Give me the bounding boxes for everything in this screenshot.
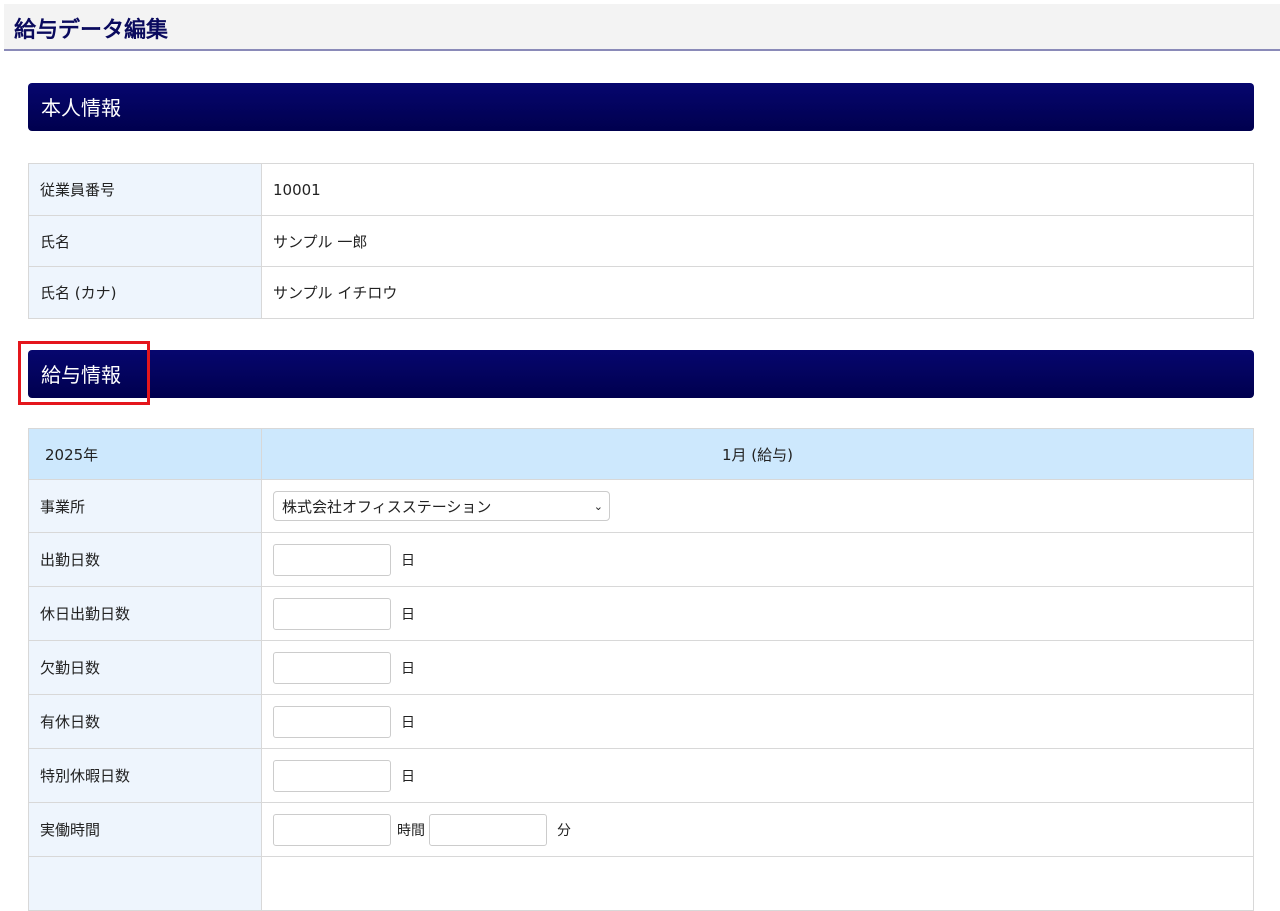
work-hours-input[interactable] bbox=[273, 813, 391, 846]
row-label: 事業所 bbox=[28, 479, 262, 533]
unit-label: 日 bbox=[401, 606, 415, 623]
table-row: 氏名 サンプル 一郎 bbox=[28, 215, 1254, 267]
salary-table: 2025年 1月 (給与) 事業所 株式会社オフィスステーション ⌄ 出勤日数日 休日… bbox=[28, 428, 1254, 911]
unit-label: 日 bbox=[401, 714, 415, 731]
holiday-work-days-input[interactable] bbox=[273, 597, 391, 630]
table-row bbox=[28, 856, 1254, 911]
row-label: 実働時間 bbox=[28, 802, 262, 857]
table-header-row: 2025年 1月 (給与) bbox=[28, 428, 1254, 480]
table-row: 従業員番号 10001 bbox=[28, 163, 1254, 216]
absence-days-input[interactable] bbox=[273, 651, 391, 684]
unit-label: 分 bbox=[557, 822, 571, 839]
section-personal-info: 本人情報 bbox=[28, 83, 1254, 131]
row-label: 休日出勤日数 bbox=[28, 586, 262, 641]
page-title: 給与データ編集 bbox=[14, 18, 169, 43]
unit-label: 日 bbox=[401, 768, 415, 785]
month-header: 1月 (給与) bbox=[261, 428, 1254, 480]
table-row: 氏名 (カナ) サンプル イチロウ bbox=[28, 266, 1254, 319]
row-label: 従業員番号 bbox=[28, 163, 262, 216]
employee-number: 10001 bbox=[261, 163, 1254, 216]
unit-label: 日 bbox=[401, 660, 415, 677]
table-row: 休日出勤日数 日 bbox=[28, 586, 1254, 641]
row-label: 氏名 bbox=[28, 215, 262, 267]
table-row: 特別休暇日数 日 bbox=[28, 748, 1254, 803]
year-label: 2025年 bbox=[28, 428, 262, 480]
attendance-days-input[interactable] bbox=[273, 543, 391, 576]
unit-label: 時間 bbox=[397, 822, 425, 839]
table-row: 出勤日数 日 bbox=[28, 532, 1254, 587]
table-row: 事業所 株式会社オフィスステーション ⌄ bbox=[28, 479, 1254, 533]
page-header: 給与データ編集 bbox=[4, 4, 1280, 51]
highlight-box bbox=[18, 341, 150, 405]
office-select[interactable]: 株式会社オフィスステーション ⌄ bbox=[273, 491, 610, 521]
unit-label: 日 bbox=[401, 552, 415, 569]
table-row: 有休日数 日 bbox=[28, 694, 1254, 749]
paid-leave-days-input[interactable] bbox=[273, 705, 391, 738]
table-row: 欠勤日数 日 bbox=[28, 640, 1254, 695]
special-leave-days-input[interactable] bbox=[273, 759, 391, 792]
employee-name: サンプル 一郎 bbox=[261, 215, 1254, 267]
row-label: 出勤日数 bbox=[28, 532, 262, 587]
table-row: 実働時間 時間 分 bbox=[28, 802, 1254, 857]
work-minutes-input[interactable] bbox=[429, 813, 547, 846]
employee-name-kana: サンプル イチロウ bbox=[261, 266, 1254, 319]
office-select-value: 株式会社オフィスステーション bbox=[282, 497, 492, 516]
row-label: 特別休暇日数 bbox=[28, 748, 262, 803]
chevron-down-icon: ⌄ bbox=[593, 499, 603, 513]
row-label: 有休日数 bbox=[28, 694, 262, 749]
row-label: 欠勤日数 bbox=[28, 640, 262, 695]
row-label: 氏名 (カナ) bbox=[28, 266, 262, 319]
personal-info-table: 従業員番号 10001 氏名 サンプル 一郎 氏名 (カナ) サンプル イチロウ bbox=[28, 163, 1254, 319]
section-salary-info: 給与情報 bbox=[28, 350, 1254, 398]
